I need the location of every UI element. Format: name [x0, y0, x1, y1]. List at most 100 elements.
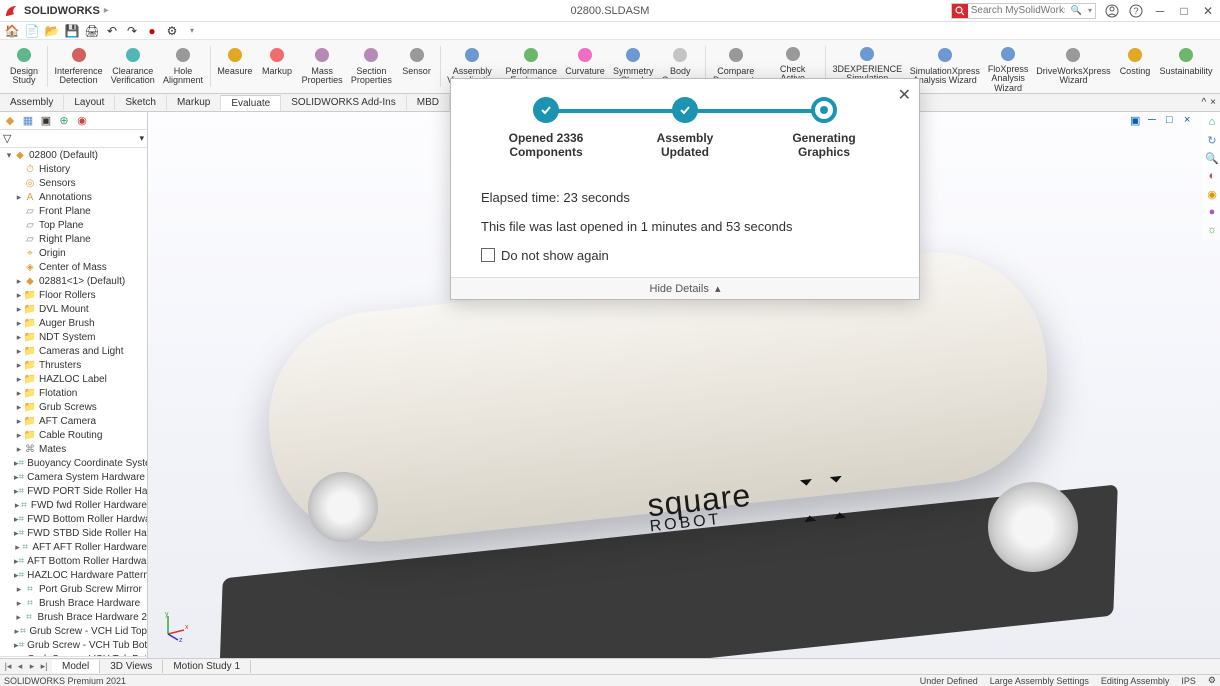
ribbon-section-properties[interactable]: Section Properties [347, 42, 395, 91]
tabstrip-close-icon[interactable]: × [1210, 97, 1216, 108]
search-dropdown-icon[interactable]: ▾ [1085, 6, 1095, 15]
tab-solidworks-add-ins[interactable]: SOLIDWORKS Add-Ins [281, 95, 406, 110]
expand-icon[interactable]: ▸ [14, 542, 21, 553]
ribbon-driveworksxpress-wizard[interactable]: DriveWorksXpress Wizard [1033, 42, 1114, 91]
ribbon-markup[interactable]: Markup [257, 42, 297, 91]
feature-tree[interactable]: ▾◆02800 (Default)⏱History◎Sensors▸AAnnot… [0, 148, 147, 656]
tree-pattern[interactable]: ▸⌗Camera System Hardware Pattern [0, 470, 147, 484]
expand-icon[interactable]: ▸ [14, 374, 24, 385]
tree-pattern[interactable]: ▸⌗FWD fwd Roller Hardware [0, 498, 147, 512]
minimize-button[interactable]: ─ [1152, 3, 1168, 19]
vt-section-icon[interactable]: ◐ [1204, 168, 1220, 184]
tab-sketch[interactable]: Sketch [115, 95, 167, 110]
undo-icon[interactable]: ↶ [104, 24, 120, 38]
tree-pattern[interactable]: ▸⌗Grub Screw - VCH Tub Bottom [0, 638, 147, 652]
bottom-tab-3d-views[interactable]: 3D Views [100, 660, 163, 673]
tree-item[interactable]: ▸◆02881<1> (Default) [0, 274, 147, 288]
search-input[interactable] [968, 5, 1068, 16]
vp-min-icon[interactable]: ─ [1148, 114, 1162, 128]
new-icon[interactable]: 📄 [24, 24, 40, 38]
expand-icon[interactable]: ▸ [14, 598, 24, 609]
tree-pattern[interactable]: ▸⌗HAZLOC Hardware Pattern [0, 568, 147, 582]
expand-icon[interactable]: ▸ [14, 346, 24, 357]
tree-pattern[interactable]: ▸⌗AFT Bottom Roller Hardware HD [0, 554, 147, 568]
search-box[interactable]: 🔍 ▾ [951, 3, 1096, 19]
expand-icon[interactable]: ▸ [14, 318, 24, 329]
tabstrip-minimize-icon[interactable]: ^ [1201, 97, 1206, 108]
redo-icon[interactable]: ↷ [124, 24, 140, 38]
tree-pattern[interactable]: ▸⌗Brush Brace Hardware [0, 596, 147, 610]
tree-folder[interactable]: ▸📁Flotation [0, 386, 147, 400]
help-icon[interactable]: ? [1128, 3, 1144, 19]
tree-folder[interactable]: ▸📁HAZLOC Label [0, 372, 147, 386]
btab-next-icon[interactable]: ▸ [26, 661, 38, 672]
expand-icon[interactable]: ▸ [14, 430, 24, 441]
ribbon-floxpress-analysis-wizard[interactable]: FloXpress Analysis Wizard [984, 42, 1032, 91]
vt-display-icon[interactable]: ◉ [1204, 186, 1220, 202]
status-segment[interactable]: Editing Assembly [1101, 676, 1170, 686]
options-icon[interactable]: ⚙ [164, 24, 180, 38]
tree-folder[interactable]: ▸📁Grub Screws [0, 400, 147, 414]
expand-icon[interactable]: ▸ [14, 332, 24, 343]
tree-item[interactable]: ▱Front Plane [0, 204, 147, 218]
tree-pattern[interactable]: ▸⌗Brush Brace Hardware 2 [0, 610, 147, 624]
tree-folder[interactable]: ▸📁Cameras and Light [0, 344, 147, 358]
ribbon-measure[interactable]: Measure [214, 42, 256, 91]
tree-item[interactable]: ▸AAnnotations [0, 190, 147, 204]
btab-prev-icon[interactable]: ◂ [14, 661, 26, 672]
ribbon-mass-properties[interactable]: Mass Properties [298, 42, 346, 91]
maximize-button[interactable]: □ [1176, 3, 1192, 19]
tree-root[interactable]: ▾◆02800 (Default) [0, 148, 147, 162]
status-gear-icon[interactable]: ⚙ [1208, 675, 1216, 686]
expand-icon[interactable]: ▸ [14, 416, 24, 427]
tab-mbd[interactable]: MBD [407, 95, 450, 110]
vt-scene-icon[interactable]: ☼ [1204, 222, 1220, 238]
title-chevron-icon[interactable]: ▸ [104, 5, 109, 16]
tree-item[interactable]: ⌖Origin [0, 246, 147, 260]
expand-icon[interactable]: ▸ [14, 402, 24, 413]
tree-item[interactable]: ▱Right Plane [0, 232, 147, 246]
tree-item[interactable]: ⏱History [0, 162, 147, 176]
close-button[interactable]: ✕ [1200, 3, 1216, 19]
vt-home-icon[interactable]: ⌂ [1204, 114, 1220, 130]
vp-tile-icon[interactable]: ▣ [1130, 114, 1144, 128]
tree-folder[interactable]: ▸📁NDT System [0, 330, 147, 344]
bottom-tab-model[interactable]: Model [52, 660, 100, 673]
tree-pattern[interactable]: ▸⌗FWD PORT Side Roller Hardware [0, 484, 147, 498]
tab-layout[interactable]: Layout [64, 95, 115, 110]
expand-icon[interactable]: ▸ [14, 444, 24, 455]
hide-details-button[interactable]: Hide Details ▴ [451, 277, 919, 299]
sidebar-filter[interactable]: ▽ ▾ [0, 130, 147, 148]
tab-assembly[interactable]: Assembly [0, 95, 64, 110]
status-segment[interactable]: IPS [1181, 676, 1196, 686]
vt-zoom-icon[interactable]: 🔍 [1204, 150, 1220, 166]
expand-icon[interactable]: ▸ [14, 612, 23, 623]
home-icon[interactable]: 🏠 [4, 24, 20, 38]
status-segment[interactable]: Under Defined [920, 676, 978, 686]
ribbon-clearance-verification[interactable]: Clearance Verification [107, 42, 158, 91]
tab-markup[interactable]: Markup [167, 95, 221, 110]
vp-close-icon[interactable]: × [1184, 114, 1198, 128]
print-icon[interactable]: 🖨 [84, 24, 100, 38]
tab-evaluate[interactable]: Evaluate [221, 95, 281, 111]
expand-icon[interactable]: ▸ [14, 290, 24, 301]
save-icon[interactable]: 💾 [64, 24, 80, 38]
bottom-tab-motion-study-1[interactable]: Motion Study 1 [163, 660, 251, 673]
ribbon-sensor[interactable]: Sensor [397, 42, 437, 91]
ribbon-design-study[interactable]: Design Study [4, 42, 44, 91]
filter-dropdown-icon[interactable]: ▾ [139, 133, 144, 144]
tree-folder[interactable]: ▸📁DVL Mount [0, 302, 147, 316]
tree-item[interactable]: ◎Sensors [0, 176, 147, 190]
status-segment[interactable]: Large Assembly Settings [990, 676, 1089, 686]
tree-pattern[interactable]: ▸⌗FWD STBD Side Roller Hardware [0, 526, 147, 540]
tree-folder[interactable]: ▸📁Thrusters [0, 358, 147, 372]
tree-folder[interactable]: ▸📁Cable Routing [0, 428, 147, 442]
tree-asm-icon[interactable]: ◆ [3, 114, 17, 128]
expand-icon[interactable]: ▸ [14, 584, 24, 595]
vt-appearance-icon[interactable]: ● [1204, 204, 1220, 220]
ribbon-costing[interactable]: Costing [1115, 42, 1155, 91]
tree-pattern[interactable]: ▸⌗Port Grub Screw Mirror [0, 582, 147, 596]
open-icon[interactable]: 📂 [44, 24, 60, 38]
tree-display-icon[interactable]: ▣ [39, 114, 53, 128]
tree-folder[interactable]: ▸📁Floor Rollers [0, 288, 147, 302]
